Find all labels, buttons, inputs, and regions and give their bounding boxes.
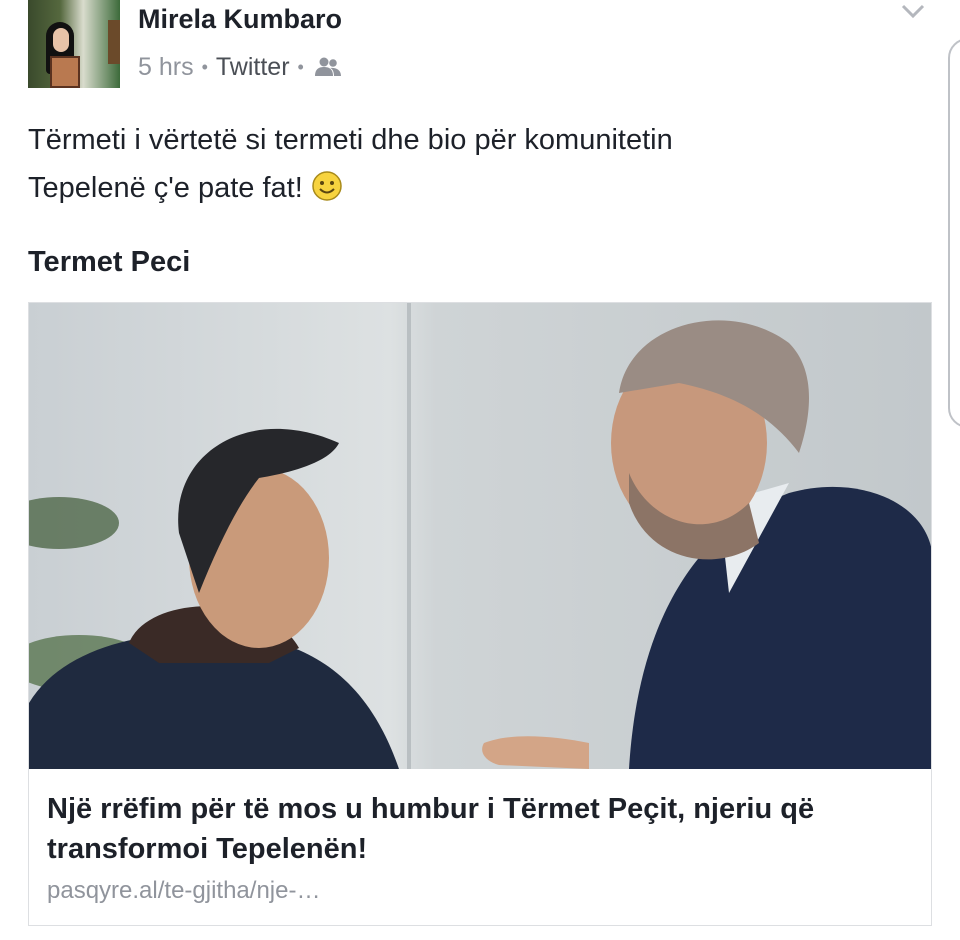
post-text-line-1: Tërmeti i vërtetë si termeti dhe bio për… [28, 124, 673, 156]
post-text-line-2: Tepelenë ç'e pate fat! [28, 164, 908, 212]
avatar-face [53, 28, 69, 52]
meta-separator-2: • [297, 56, 304, 77]
avatar-frame [108, 20, 120, 64]
side-scroll-panel [948, 38, 960, 428]
post-source-link[interactable]: Twitter [216, 53, 290, 82]
post-text-line-2-text: Tepelenë ç'e pate fat! [28, 172, 303, 204]
avatar-book [50, 56, 80, 88]
post-timestamp[interactable]: 5 hrs [138, 53, 194, 82]
smiley-icon [311, 169, 343, 201]
author-avatar[interactable] [28, 0, 120, 88]
friends-icon[interactable] [314, 56, 342, 78]
link-domain: pasqyre.al/te-gjitha/nje-… [47, 877, 321, 904]
link-title[interactable]: Një rrëfim për të mos u humbur i Tërmet … [47, 789, 907, 869]
shared-entity-name[interactable]: Termet Peci [28, 246, 190, 279]
meta-separator: • [201, 56, 208, 77]
post-text: Tërmeti i vërtetë si termeti dhe bio për… [28, 116, 908, 212]
link-preview-image[interactable] [29, 303, 931, 769]
post-meta: 5 hrs • Twitter • [138, 52, 342, 82]
chevron-down-icon[interactable] [898, 0, 928, 22]
author-name[interactable]: Mirela Kumbaro [138, 4, 342, 35]
link-preview-card[interactable]: Një rrëfim për të mos u humbur i Tërmet … [28, 302, 932, 926]
